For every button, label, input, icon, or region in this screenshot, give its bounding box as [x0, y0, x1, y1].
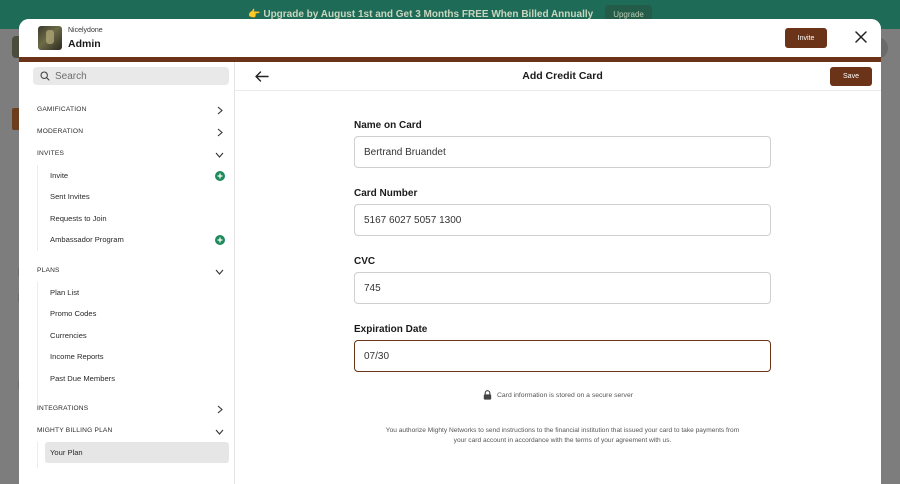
modal-title: Admin — [68, 38, 101, 50]
sidebar-item-ambassador-program[interactable]: Ambassador Program — [50, 235, 124, 244]
plans-submenu — [37, 282, 229, 410]
search-input[interactable] — [55, 70, 215, 82]
authorization-text: You authorize Mighty Networks to send in… — [354, 426, 771, 446]
network-logo — [38, 26, 62, 50]
expiration-date-input[interactable] — [364, 350, 770, 362]
chevron-right-icon[interactable] — [215, 405, 224, 414]
name-on-card-input[interactable] — [364, 146, 770, 158]
lock-icon — [483, 390, 492, 400]
section-mighty-billing-plan[interactable]: MIGHTY BILLING PLAN — [37, 427, 113, 434]
sidebar-item-past-due-members[interactable]: Past Due Members — [50, 374, 115, 383]
card-number-field[interactable] — [354, 204, 771, 236]
authorization-line: your card account in accordance with the… — [453, 437, 672, 444]
sidebar-item-invite[interactable]: Invite — [50, 171, 68, 180]
section-invites[interactable]: INVITES — [37, 150, 64, 157]
section-moderation[interactable]: MODERATION — [37, 128, 83, 135]
chevron-down-icon[interactable] — [215, 427, 224, 436]
authorization-line: You authorize Mighty Networks to send in… — [385, 427, 740, 434]
cvc-field[interactable] — [354, 272, 771, 304]
plus-badge-icon — [215, 235, 225, 245]
invite-button[interactable]: Invite — [785, 28, 827, 48]
search-icon — [40, 71, 50, 81]
card-number-input[interactable] — [364, 214, 770, 226]
close-icon[interactable] — [853, 29, 869, 45]
chevron-right-icon[interactable] — [215, 128, 224, 137]
card-number-label: Card Number — [354, 188, 418, 199]
sidebar-item-income-reports[interactable]: Income Reports — [50, 352, 104, 361]
section-plans[interactable]: PLANS — [37, 267, 60, 274]
chevron-right-icon[interactable] — [215, 106, 224, 115]
search-box[interactable] — [33, 67, 229, 85]
admin-modal: Nicelydone Admin Invite GAMIFICATION MOD… — [19, 19, 881, 484]
sidebar-item-plan-list[interactable]: Plan List — [50, 288, 79, 297]
name-on-card-field[interactable] — [354, 136, 771, 168]
sidebar-item-promo-codes[interactable]: Promo Codes — [50, 309, 96, 318]
section-gamification[interactable]: GAMIFICATION — [37, 106, 87, 113]
chevron-down-icon[interactable] — [215, 150, 224, 159]
form-title: Add Credit Card — [522, 70, 603, 82]
secure-note-text: Card information is stored on a secure s… — [497, 391, 633, 399]
cvc-input[interactable] — [364, 282, 770, 294]
save-button[interactable]: Save — [830, 67, 872, 86]
chevron-down-icon[interactable] — [215, 267, 224, 276]
cvc-label: CVC — [354, 256, 376, 267]
name-on-card-label: Name on Card — [354, 120, 422, 131]
plus-badge-icon — [215, 171, 225, 181]
sidebar-item-sent-invites[interactable]: Sent Invites — [50, 192, 90, 201]
secure-note: Card information is stored on a secure s… — [483, 390, 633, 400]
expiration-date-label: Expiration Date — [354, 324, 428, 335]
expiration-date-field[interactable] — [354, 340, 771, 372]
modal-header: Nicelydone Admin Invite — [19, 19, 881, 57]
sidebar-item-currencies[interactable]: Currencies — [50, 331, 87, 340]
network-name: Nicelydone — [68, 27, 103, 34]
section-integrations[interactable]: INTEGRATIONS — [37, 405, 88, 412]
sidebar-item-requests-to-join[interactable]: Requests to Join — [50, 214, 107, 223]
sidebar-item-your-plan[interactable]: Your Plan — [50, 448, 83, 457]
